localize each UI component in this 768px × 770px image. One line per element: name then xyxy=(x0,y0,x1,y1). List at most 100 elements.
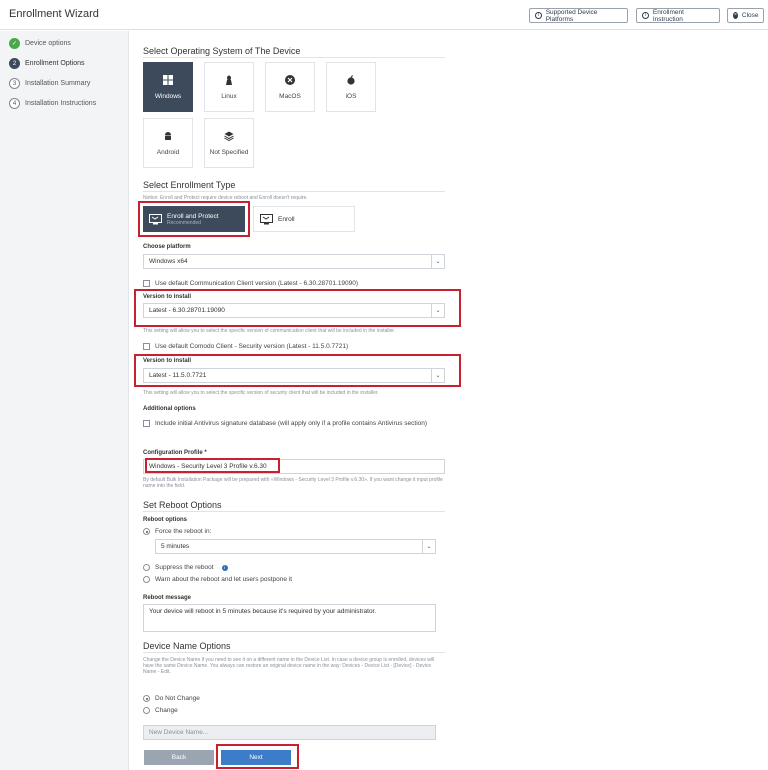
radio-dot xyxy=(143,576,150,583)
radio-dot xyxy=(143,695,150,702)
suppress-reboot-radio[interactable]: Suppress the reboot i xyxy=(143,564,228,571)
wizard-steps-sidebar: ✓ Device options 2 Enrollment Options 3 … xyxy=(0,31,129,770)
radio-dot xyxy=(143,528,150,535)
reboot-section-title: Set Reboot Options xyxy=(143,500,222,510)
monitor-icon xyxy=(260,213,273,224)
highlight-box xyxy=(134,289,461,327)
radio-label: Do Not Change xyxy=(155,695,200,702)
platform-value: Windows x64 xyxy=(149,258,188,265)
do-not-change-radio[interactable]: Do Not Change xyxy=(143,695,200,702)
supported-platforms-label: Supported Device Platforms xyxy=(545,8,598,23)
apple-icon xyxy=(347,74,355,85)
os-label: MacOS xyxy=(279,92,301,100)
windows-icon xyxy=(163,74,173,85)
radio-label: Warn about the reboot and let users post… xyxy=(155,576,293,583)
warn-reboot-radio[interactable]: Warn about the reboot and let users post… xyxy=(143,576,292,583)
divider xyxy=(143,57,445,58)
info-icon: i xyxy=(535,12,542,19)
os-tile-macos[interactable]: MacOS xyxy=(265,62,315,112)
os-tile-android[interactable]: Android xyxy=(143,118,193,168)
os-label: iOS xyxy=(345,92,357,100)
step-label: Enrollment Options xyxy=(25,60,85,67)
step-label: Installation Summary xyxy=(25,80,91,87)
security-version-note: This setting will allow you to select th… xyxy=(143,390,379,396)
radio-label: Suppress the reboot xyxy=(155,564,214,571)
wizard-title: Enrollment Wizard xyxy=(9,8,99,20)
default-comm-client-checkbox[interactable]: Use default Communication Client version… xyxy=(143,279,358,288)
reboot-message-value: Your device will reboot in 5 minutes bec… xyxy=(149,608,377,615)
additional-options-label: Additional options xyxy=(143,406,196,412)
change-radio[interactable]: Change xyxy=(143,707,178,714)
divider xyxy=(143,652,445,653)
checkbox-label: Use default Comodo Client - Security ver… xyxy=(155,343,349,350)
macos-icon xyxy=(285,74,295,85)
info-icon: i xyxy=(642,12,649,19)
include-av-database-checkbox[interactable]: Include initial Antivirus signature data… xyxy=(143,419,443,428)
highlight-box xyxy=(134,354,461,387)
comm-version-note: This setting will allow you to select th… xyxy=(143,328,396,334)
checkbox-label: Include initial Antivirus signature data… xyxy=(155,420,428,427)
supported-platforms-button[interactable]: i Supported Device Platforms xyxy=(529,8,628,23)
linux-icon xyxy=(226,75,232,85)
step-enrollment-options[interactable]: 2 Enrollment Options xyxy=(9,58,85,69)
enroll-label: Enroll xyxy=(278,215,295,223)
new-device-name-input[interactable]: New Device Name... xyxy=(143,725,436,740)
layers-icon xyxy=(224,131,234,141)
chevron-down-icon: ⌄ xyxy=(431,255,444,268)
checkbox-box xyxy=(143,420,150,427)
os-section-title: Select Operating System of The Device xyxy=(143,46,301,56)
close-button[interactable]: × Close xyxy=(727,8,764,23)
config-profile-note: By default Bulk Installation Package wil… xyxy=(143,477,443,489)
step-device-options[interactable]: ✓ Device options xyxy=(9,38,71,49)
default-security-client-checkbox[interactable]: Use default Comodo Client - Security ver… xyxy=(143,342,348,351)
checkbox-box xyxy=(143,343,150,350)
choose-platform-label: Choose platform xyxy=(143,244,191,250)
device-name-section-title: Device Name Options xyxy=(143,641,231,651)
back-button[interactable]: Back xyxy=(144,750,214,765)
close-icon: × xyxy=(733,12,738,19)
step-label: Installation Instructions xyxy=(25,100,97,107)
reboot-options-label: Reboot options xyxy=(143,517,187,523)
step-installation-instructions[interactable]: 4 Installation Instructions xyxy=(9,98,96,109)
step-label: Device options xyxy=(25,40,71,47)
reboot-message-textarea[interactable]: Your device will reboot in 5 minutes bec… xyxy=(143,604,436,632)
os-tile-ios[interactable]: iOS xyxy=(326,62,376,112)
chevron-down-icon: ⌄ xyxy=(422,540,435,553)
reboot-delay-select[interactable]: 5 minutes ⌄ xyxy=(155,539,436,554)
radio-label: Force the reboot in: xyxy=(155,528,212,535)
close-label: Close xyxy=(741,12,759,19)
radio-dot xyxy=(143,707,150,714)
enrollment-instruction-button[interactable]: i Enrollment Instruction xyxy=(636,8,720,23)
os-label: Windows xyxy=(154,92,182,100)
os-tile-not-specified[interactable]: Not Specified xyxy=(204,118,254,168)
os-tile-linux[interactable]: Linux xyxy=(204,62,254,112)
enrollment-section-title: Select Enrollment Type xyxy=(143,180,236,190)
enroll-option[interactable]: Enroll xyxy=(253,206,355,232)
highlight-box xyxy=(145,458,280,473)
info-icon[interactable]: i xyxy=(221,564,228,571)
step-number: 4 xyxy=(9,98,20,109)
os-label: Not Specified xyxy=(209,148,249,156)
os-label: Android xyxy=(156,148,180,156)
force-reboot-radio[interactable]: Force the reboot in: xyxy=(143,528,211,535)
android-icon xyxy=(165,131,171,140)
platform-select[interactable]: Windows x64 ⌄ xyxy=(143,254,445,269)
config-profile-label: Configuration Profile * xyxy=(143,450,207,456)
device-name-placeholder: New Device Name... xyxy=(149,729,209,736)
divider xyxy=(143,191,445,192)
divider xyxy=(143,511,445,512)
reboot-delay-value: 5 minutes xyxy=(161,543,190,550)
checkbox-label: Use default Communication Client version… xyxy=(155,280,359,287)
os-label: Linux xyxy=(221,92,237,100)
os-tile-windows[interactable]: Windows xyxy=(143,62,193,112)
reboot-message-label: Reboot message xyxy=(143,595,192,601)
checkbox-box xyxy=(143,280,150,287)
radio-dot xyxy=(143,564,150,571)
step-number: 3 xyxy=(9,78,20,89)
step-installation-summary[interactable]: 3 Installation Summary xyxy=(9,78,90,89)
highlight-box xyxy=(216,744,299,769)
wizard-header: Enrollment Wizard i Supported Device Pla… xyxy=(0,0,768,30)
device-name-description: Change the Device Name if you need to se… xyxy=(143,657,435,675)
step-number: 2 xyxy=(9,58,20,69)
highlight-box xyxy=(138,201,250,237)
